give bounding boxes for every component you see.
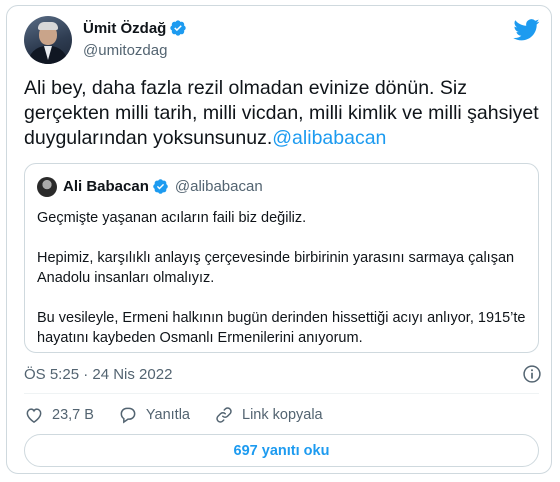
heart-icon xyxy=(26,408,42,423)
quoted-paragraph: Bu vesileyle, Ermeni halkının bugün deri… xyxy=(37,310,526,346)
verified-badge-icon xyxy=(153,179,168,194)
info-icon[interactable] xyxy=(522,364,542,384)
mention-link[interactable]: @alibabacan xyxy=(272,127,386,149)
divider xyxy=(24,393,539,394)
action-bar: 23,7 B Yanıtla Link kopyala xyxy=(24,403,347,427)
tweet-text: Ali bey, daha fazla rezil olmadan eviniz… xyxy=(24,76,544,151)
quoted-author-name[interactable]: Ali Babacan xyxy=(63,178,149,195)
reply-label: Yanıtla xyxy=(145,407,190,423)
quoted-paragraph: Geçmişte yaşanan acıların faili biz deği… xyxy=(37,210,307,226)
quoted-author-handle[interactable]: @alibabacan xyxy=(175,178,263,195)
twitter-bird-icon[interactable] xyxy=(513,19,540,41)
like-button[interactable]: 23,7 B xyxy=(24,405,94,425)
verified-badge-icon xyxy=(170,20,187,36)
reply-bubble-icon xyxy=(120,407,136,424)
reply-button[interactable]: Yanıtla xyxy=(118,405,190,425)
quoted-paragraph: Hepimiz, karşılıklı anlayış çerçevesinde… xyxy=(37,250,515,286)
quoted-tweet[interactable]: Ali Babacan @alibabacan Geçmişte yaşanan… xyxy=(24,163,539,353)
avatar-hair xyxy=(38,22,58,30)
author-handle[interactable]: @umitozdag xyxy=(83,42,167,59)
read-replies-button[interactable]: 697 yanıtı oku xyxy=(24,434,539,467)
link-icon xyxy=(216,407,232,423)
author-avatar[interactable] xyxy=(24,16,72,64)
like-count: 23,7 B xyxy=(52,407,94,423)
quoted-author-row[interactable]: Ali Babacan @alibabacan xyxy=(63,178,263,195)
copy-link-label: Link kopyala xyxy=(242,407,323,423)
quoted-tweet-text: Geçmişte yaşanan acıların faili biz deği… xyxy=(37,208,527,368)
copy-link-button[interactable]: Link kopyala xyxy=(214,405,323,425)
tweet-card: Ümit Özdağ @umitozdag Ali bey, daha fazl… xyxy=(6,5,552,474)
author-name-row[interactable]: Ümit Özdağ xyxy=(83,19,187,37)
tweet-timestamp[interactable]: ÖS 5:25 · 24 Nis 2022 xyxy=(24,366,172,383)
quoted-author-avatar[interactable] xyxy=(37,177,57,197)
author-name[interactable]: Ümit Özdağ xyxy=(83,20,166,37)
